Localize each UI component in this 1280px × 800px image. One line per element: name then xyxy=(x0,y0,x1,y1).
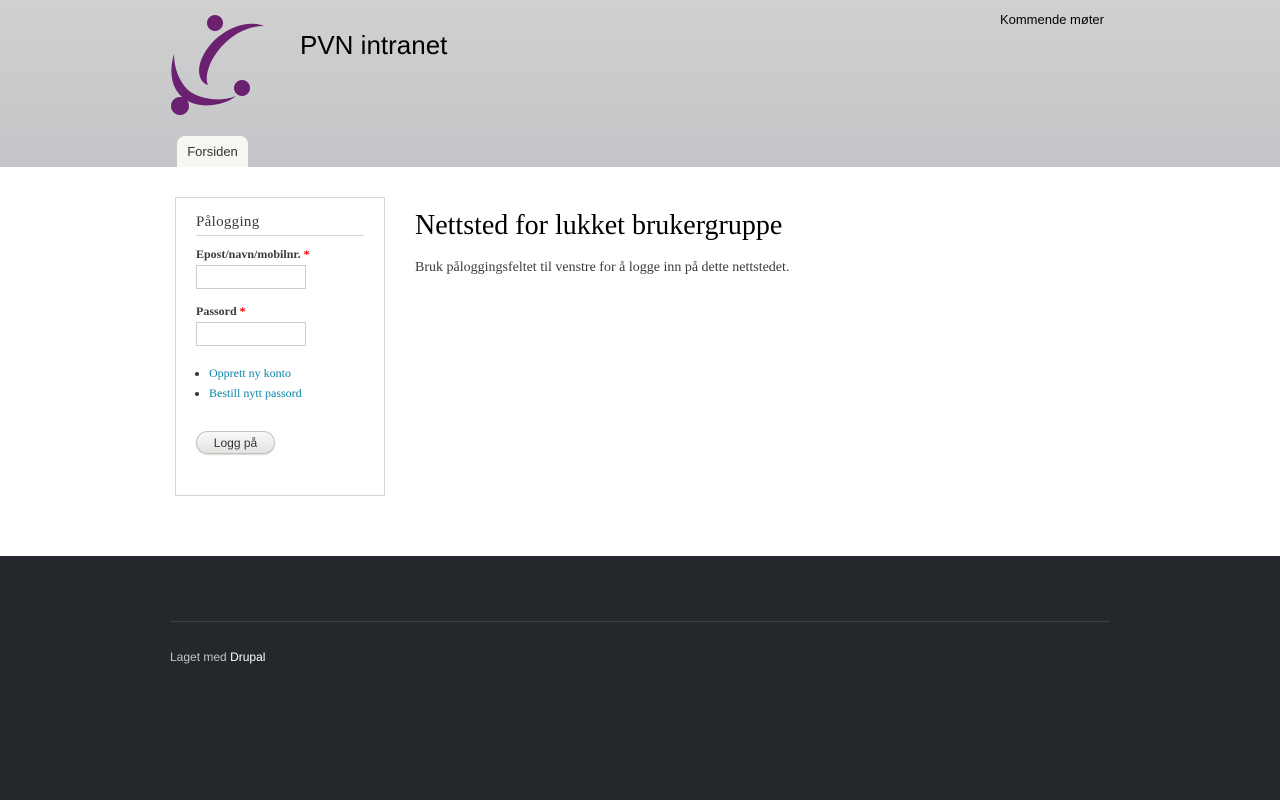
site-footer: Laget med Drupal xyxy=(0,556,1280,800)
create-account-link[interactable]: Opprett ny konto xyxy=(209,366,291,380)
drupal-link[interactable]: Drupal xyxy=(230,650,265,664)
password-input[interactable] xyxy=(196,322,306,346)
list-item: Bestill nytt passord xyxy=(209,383,364,403)
request-password-link[interactable]: Bestill nytt passord xyxy=(209,386,302,400)
username-form-item: Epost/navn/mobilnr. * xyxy=(196,247,364,289)
page-title: Nettsted for lukket brukergruppe xyxy=(415,210,783,241)
username-label: Epost/navn/mobilnr. * xyxy=(196,247,310,261)
required-marker: * xyxy=(239,304,246,318)
required-marker: * xyxy=(303,247,310,261)
page-body-text: Bruk påloggingsfeltet til venstre for å … xyxy=(415,260,790,275)
site-header: PVN intranet Kommende møter Forsiden xyxy=(0,0,1280,167)
tab-home[interactable]: Forsiden xyxy=(177,136,248,167)
secondary-menu-link-upcoming-meetings[interactable]: Kommende møter xyxy=(1000,12,1104,27)
login-links-list: Opprett ny konto Bestill nytt passord xyxy=(209,363,364,403)
login-submit-button[interactable]: Logg på xyxy=(196,431,275,454)
main-content: Nettsted for lukket brukergruppe Bruk på… xyxy=(415,210,1115,276)
password-label: Passord * xyxy=(196,304,246,318)
username-input[interactable] xyxy=(196,265,306,289)
list-item: Opprett ny konto xyxy=(209,363,364,383)
logo-icon xyxy=(171,15,264,115)
footer-divider xyxy=(170,621,1110,622)
site-name-link[interactable]: PVN intranet xyxy=(300,30,447,61)
footer-credit: Laget med Drupal xyxy=(170,650,265,664)
footer-credit-prefix: Laget med xyxy=(170,650,227,664)
login-block-title: Pålogging xyxy=(196,214,364,236)
site-logo[interactable] xyxy=(170,14,270,116)
password-form-item: Passord * xyxy=(196,304,364,346)
login-block: Pålogging Epost/navn/mobilnr. * Passord … xyxy=(175,197,385,496)
